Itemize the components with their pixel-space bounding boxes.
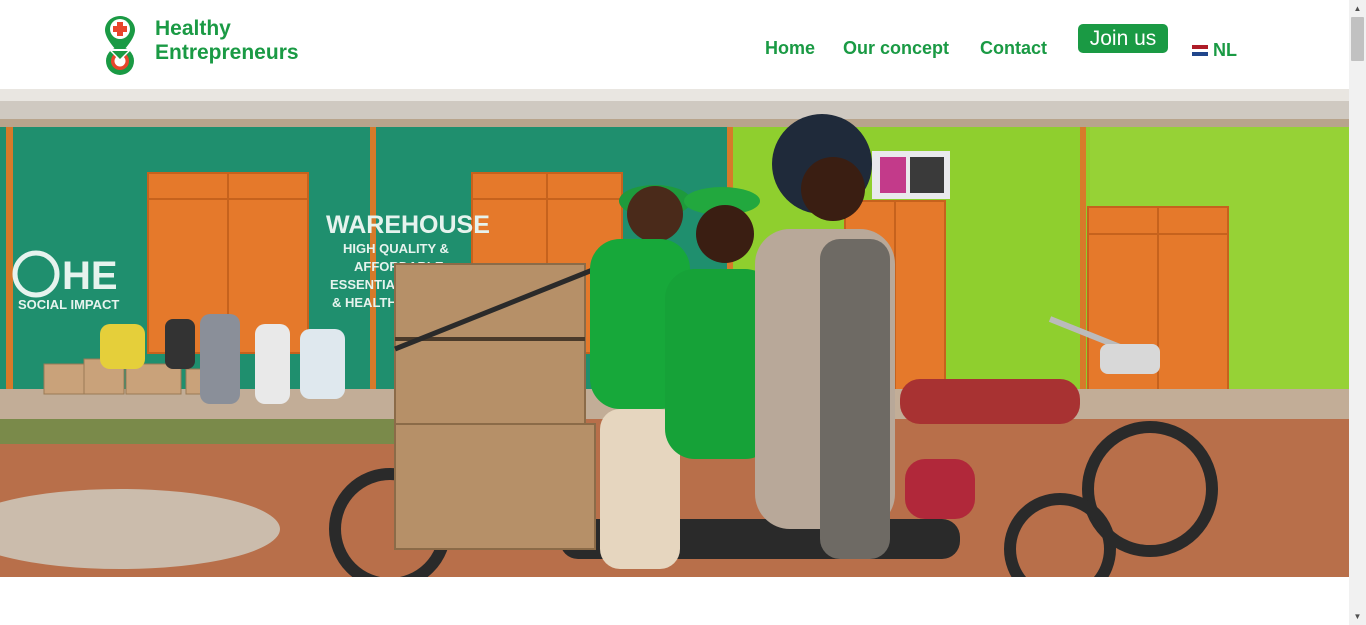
language-label: NL [1213, 40, 1237, 60]
nav-our-concept[interactable]: Our concept [843, 38, 949, 59]
language-switch[interactable]: NL [1192, 40, 1237, 61]
brand-name: Healthy Entrepreneurs [155, 17, 299, 65]
hero-illustration: HE SOCIAL IMPACT WAREHOUSE HIGH QUALITY … [0, 89, 1349, 577]
scroll-down-arrow-icon[interactable]: ▼ [1349, 608, 1366, 625]
nav-home[interactable]: Home [765, 38, 815, 59]
storefront-title: WAREHOUSE [326, 211, 490, 239]
storefront-brand: HE [62, 254, 118, 298]
scroll-up-arrow-icon[interactable]: ▲ [1349, 0, 1366, 17]
brand-line-1: Healthy [155, 17, 231, 40]
location-pin-cross-icon [105, 16, 135, 75]
join-us-button[interactable]: Join us [1078, 24, 1168, 53]
logo-link[interactable]: Healthy Entrepreneurs [104, 14, 299, 76]
storefront-line-1: HIGH QUALITY & [343, 241, 449, 256]
storefront-brand-sub: SOCIAL IMPACT [18, 297, 119, 312]
netherlands-flag-icon [1192, 45, 1208, 57]
site-header: Healthy Entrepreneurs Home Our concept C… [0, 0, 1349, 89]
nav-contact[interactable]: Contact [980, 38, 1047, 59]
page-scrollbar[interactable]: ▲ ▼ [1349, 0, 1366, 625]
brand-line-2: Entrepreneurs [155, 41, 299, 64]
scrollbar-thumb[interactable] [1351, 17, 1364, 61]
hero-photo: HE SOCIAL IMPACT WAREHOUSE HIGH QUALITY … [0, 89, 1349, 577]
